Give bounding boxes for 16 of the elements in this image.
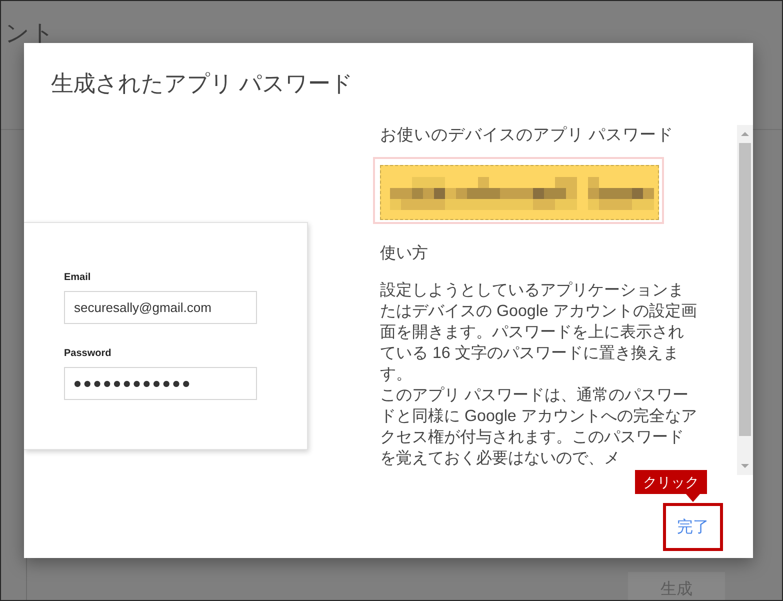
click-callout: クリック [635,470,707,502]
field-label: Password [64,348,112,360]
section-heading: 使い方 [380,243,428,264]
instructions-paragraph: このアプリ パスワードは、通常のパスワードと同様に Google アカウントへの完全なアクセス権が付与されます。このパスワードを覚えておく必要はないので、メ [380,385,698,469]
scroll-down-icon[interactable] [741,464,749,468]
instructions-paragraph: 設定しようとしているアプリケーションまたはデバイスの Google アカウントの設定画面を開きます。パスワードを上に表示されている 16 文字のパスワードに置き換えます。 [380,280,698,385]
email-field: securesally@gmail.com [64,291,257,324]
scrollbar[interactable] [737,125,753,475]
dialog-title: 生成されたアプリ パスワード [51,70,354,98]
field-label: Email [64,272,91,284]
password-field: ●●●●●●●●●●●● [64,367,257,400]
page-title: ント [5,19,55,49]
section-heading: お使いのデバイスのアプリ パスワード [380,125,674,145]
done-button[interactable]: 完了 [671,511,715,543]
scrollbar-thumb[interactable] [739,143,751,436]
scroll-up-icon[interactable] [741,132,749,136]
